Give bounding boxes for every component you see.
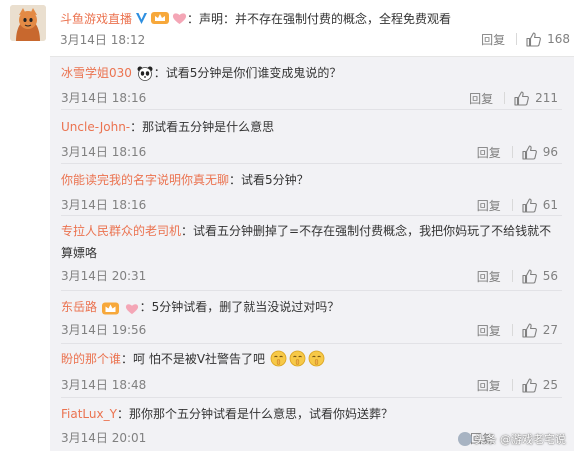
- like-button[interactable]: 25: [522, 377, 558, 393]
- reply-button[interactable]: 回复: [469, 90, 493, 107]
- sub-comment-username[interactable]: Uncle-John-: [61, 120, 130, 134]
- thumbs-up-icon: [522, 268, 537, 284]
- like-button[interactable]: 56: [522, 268, 558, 284]
- reply-button[interactable]: 回复: [477, 322, 501, 339]
- sub-comment-text: ：呵 怕不是被V社警告了吧: [121, 352, 266, 366]
- sub-comment-date: 3月14日 19:56: [61, 323, 147, 337]
- sub-comment-actions: 回复 96: [477, 143, 558, 161]
- sub-comment-line: FiatLux_Y：那你那个五分钟试看是什么意思，试看你妈送葬？: [61, 403, 561, 425]
- sub-comment-actions: 回复 56: [477, 267, 558, 285]
- panda-emoji: [137, 66, 153, 88]
- action-divider: [511, 146, 513, 158]
- sub-comment-actions: 回复 211: [469, 89, 558, 107]
- like-count: 56: [542, 269, 558, 283]
- action-divider: [511, 324, 513, 336]
- sub-comment-date: 3月14日 20:31: [61, 269, 147, 283]
- sub-comment-actions: 回复 25: [477, 376, 558, 394]
- thumbs-up-icon: [522, 377, 537, 393]
- avatar[interactable]: [10, 5, 46, 41]
- toutiao-logo-icon: [457, 432, 472, 446]
- sub-comment-text: ：5分钟试看，删了就当没说过对吗？: [139, 300, 340, 314]
- action-divider: [504, 92, 506, 104]
- like-count: 96: [542, 145, 558, 159]
- thumbs-up-icon: [522, 144, 537, 160]
- action-divider: [511, 199, 513, 211]
- thumbs-up-icon: [522, 197, 537, 213]
- like-count: 61: [542, 198, 558, 212]
- sub-comment-actions: 回复 27: [477, 321, 558, 339]
- thumbs-up-icon: [514, 90, 529, 106]
- crown-vip-icon[interactable]: [101, 300, 119, 322]
- shush-emoji: [289, 350, 306, 374]
- main-comment-username[interactable]: 斗鱼游戏直播: [60, 10, 132, 27]
- action-divider: [511, 270, 513, 282]
- sub-comment-line: 冰雪学姐030 ：试看5分钟是你们谁变成鬼说的？: [61, 62, 561, 88]
- avatar-mascot-image: [10, 5, 46, 41]
- sub-comment-text: ：试看5分钟是你们谁变成鬼说的？: [153, 66, 342, 80]
- sub-comment-username[interactable]: 东岳路: [61, 300, 97, 314]
- sub-comment-actions: 回复 61: [477, 196, 558, 214]
- sub-comment-text: ：试看5分钟？: [229, 173, 309, 187]
- sub-comment-date: 3月14日 18:48: [61, 378, 147, 392]
- like-button[interactable]: 27: [522, 322, 558, 338]
- sub-comment-username[interactable]: FiatLux_Y: [61, 407, 117, 421]
- sub-comment-username[interactable]: 专拉人民群众的老司机: [61, 224, 181, 238]
- sub-comment-line: 东岳路 ：5分钟试看，删了就当没说过对吗？: [61, 296, 561, 322]
- reply-button[interactable]: 回复: [477, 144, 501, 161]
- like-button[interactable]: 211: [514, 90, 558, 106]
- main-comment-text: ：声明：并不存在强制付费的概念，全程免费观看: [187, 11, 452, 26]
- like-count: 168: [547, 32, 570, 46]
- action-divider: [511, 379, 513, 391]
- like-button[interactable]: 61: [522, 197, 558, 213]
- row-divider: [61, 397, 562, 398]
- watermark: 头条 @游戏老宅说: [457, 431, 567, 447]
- crown-vip-icon[interactable]: [151, 11, 170, 25]
- thumbs-up-icon: [526, 31, 541, 47]
- reply-button[interactable]: 回复: [477, 377, 501, 394]
- action-divider: [516, 33, 518, 45]
- thumbs-up-icon: [522, 322, 537, 338]
- heart-icon[interactable]: [172, 12, 187, 25]
- like-button[interactable]: 96: [522, 144, 558, 160]
- main-comment-line: 斗鱼游戏直播 ：声明：并不存在强制付费的概念，全程免费观看: [60, 9, 451, 27]
- watermark-text: 头条 @游戏老宅说: [474, 433, 567, 446]
- row-divider: [61, 109, 562, 110]
- reply-button[interactable]: 回复: [477, 197, 501, 214]
- shush-emoji: [270, 350, 287, 374]
- sub-comment-username[interactable]: 盼的那个谁: [61, 352, 121, 366]
- sub-comment-line: 你能读完我的名字说明你真无聊：试看5分钟？: [61, 169, 561, 191]
- shush-emoji: [308, 350, 325, 374]
- like-count: 27: [542, 323, 558, 337]
- reply-button[interactable]: 回复: [481, 31, 505, 48]
- reply-button[interactable]: 回复: [477, 268, 501, 285]
- sub-comment-date: 3月14日 18:16: [61, 145, 147, 159]
- row-divider: [61, 163, 562, 164]
- heart-icon[interactable]: [125, 300, 139, 322]
- main-comment: 斗鱼游戏直播 ：声明：并不存在强制付费的概念，全程免费观看 3月14日 18:1…: [0, 0, 580, 52]
- sub-comment-text: ：那你那个五分钟试看是什么意思，试看你妈送葬？: [116, 407, 393, 421]
- sub-comment-username[interactable]: 冰雪学姐030: [61, 66, 132, 80]
- row-divider: [61, 343, 562, 344]
- sub-comment-line: 专拉人民群众的老司机：试看五分钟删掉了=不存在强制付费概念，我把你妈玩了不给钱就…: [61, 220, 561, 264]
- like-count: 25: [542, 378, 558, 392]
- sub-comment-username[interactable]: 你能读完我的名字说明你真无聊: [61, 173, 229, 187]
- sub-comments-panel: 冰雪学姐030 ：试看5分钟是你们谁变成鬼说的？ 3月14日 18:16 回复 …: [50, 56, 574, 451]
- row-divider: [61, 215, 562, 216]
- verified-v-icon[interactable]: [135, 12, 148, 25]
- sub-comment-date: 3月14日 20:01: [61, 431, 147, 445]
- like-button[interactable]: 168: [526, 31, 570, 47]
- main-comment-date: 3月14日 18:12: [60, 33, 146, 47]
- sub-comment-date: 3月14日 18:16: [61, 198, 147, 212]
- sub-comment-line: 盼的那个谁：呵 怕不是被V社警告了吧: [61, 348, 561, 374]
- main-comment-actions: 回复 168: [481, 30, 570, 48]
- sub-comment-date: 3月14日 18:16: [61, 91, 147, 105]
- sub-comment-text: ：那试看五分钟是什么意思: [130, 120, 275, 134]
- sub-comment-line: Uncle-John-：那试看五分钟是什么意思: [61, 116, 561, 138]
- row-divider: [61, 290, 562, 291]
- like-count: 211: [535, 91, 558, 105]
